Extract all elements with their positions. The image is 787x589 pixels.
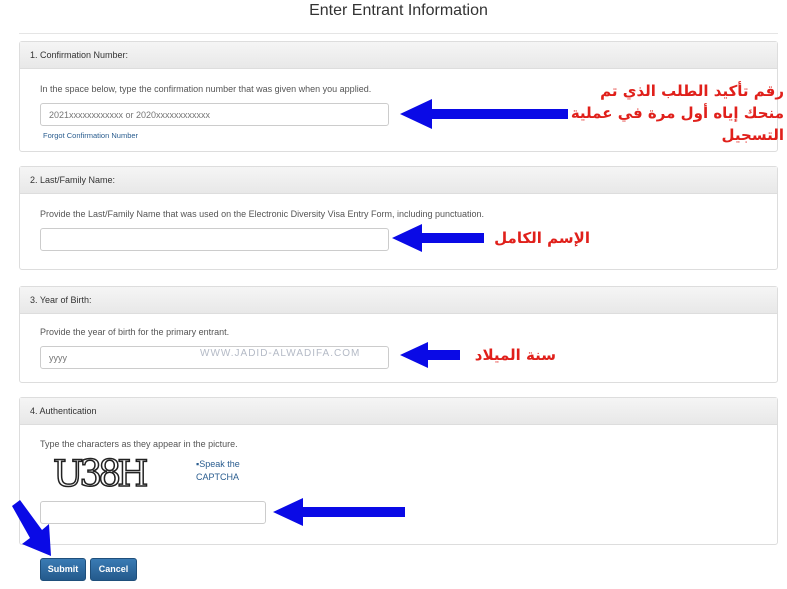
- year-of-birth-panel: 3. Year of Birth: Provide the year of bi…: [19, 286, 778, 383]
- annotation-confirmation: رقم تأكيد الطلب الذي تم منحك إياه أول مر…: [570, 82, 784, 144]
- panel-header: 3. Year of Birth:: [20, 287, 777, 314]
- submit-button[interactable]: Submit: [40, 558, 86, 581]
- annotation-name: الإسم الكامل: [494, 229, 590, 247]
- panel-description: Provide the Last/Family Name that was us…: [40, 209, 485, 219]
- speak-captcha-link[interactable]: ▪Speak the CAPTCHA: [196, 458, 246, 484]
- panel-description: Type the characters as they appear in th…: [40, 439, 238, 449]
- authentication-panel: 4. Authentication Type the characters as…: [19, 397, 778, 545]
- last-name-input[interactable]: [40, 228, 389, 251]
- title-divider: [19, 33, 778, 34]
- panel-header: 4. Authentication: [20, 398, 777, 425]
- panel-header: 2. Last/Family Name:: [20, 167, 777, 194]
- captcha-image: U38H: [52, 454, 149, 495]
- panel-description: In the space below, type the confirmatio…: [40, 84, 372, 94]
- last-name-panel: 2. Last/Family Name: Provide the Last/Fa…: [19, 166, 778, 270]
- panel-header: 1. Confirmation Number:: [20, 42, 777, 69]
- page-title: Enter Entrant Information: [309, 2, 488, 19]
- confirmation-number-input[interactable]: [40, 103, 389, 126]
- annotation-birth-year: سنة الميلاد: [474, 346, 556, 364]
- year-of-birth-input[interactable]: [40, 346, 389, 369]
- cancel-button[interactable]: Cancel: [90, 558, 137, 581]
- forgot-confirmation-link[interactable]: Forgot Confirmation Number: [43, 131, 138, 140]
- panel-description: Provide the year of birth for the primar…: [40, 327, 230, 337]
- captcha-input[interactable]: [40, 501, 266, 524]
